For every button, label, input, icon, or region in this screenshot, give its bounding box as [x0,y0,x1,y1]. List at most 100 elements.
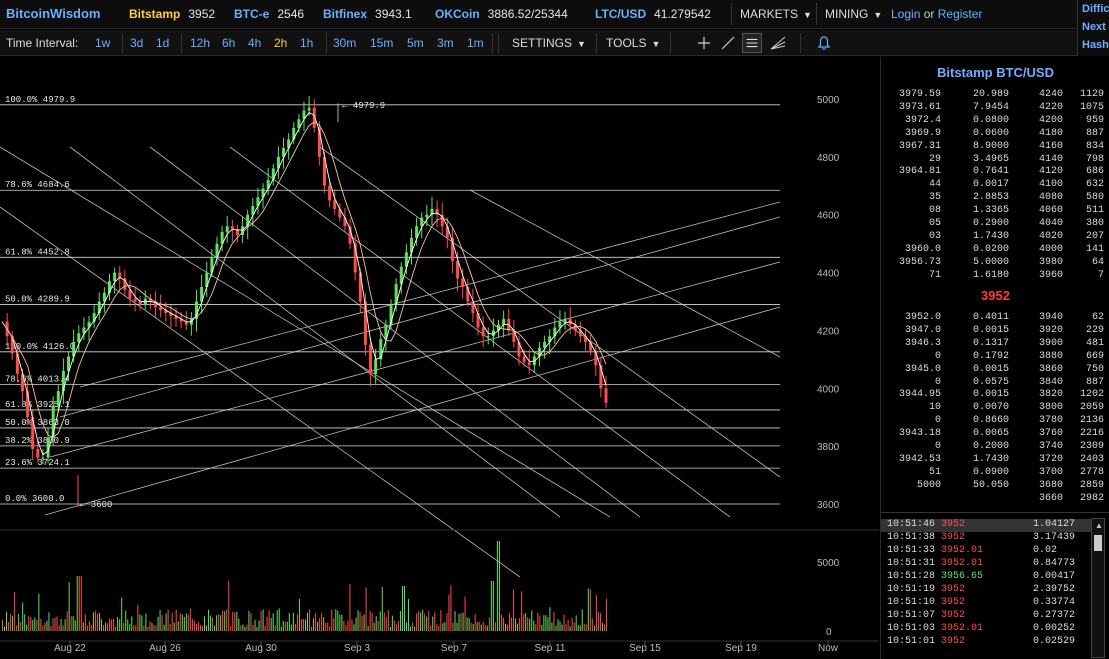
volume-bar [331,609,333,631]
order-price: 3947.0 [904,324,941,336]
candle-body [307,107,311,111]
volume-bar [428,610,430,631]
candle-body [502,318,506,325]
interval-5m[interactable]: 5m [407,36,424,50]
volume-bar [523,614,525,631]
interval-12h[interactable]: 12h [190,36,210,50]
price-axis-tick: 4000 [817,384,840,395]
volume-bar [286,621,288,631]
fan-lines-icon[interactable] [768,33,788,53]
order-sum-price: 3880 [1039,350,1064,362]
volume-bar [605,598,607,631]
interval-1d[interactable]: 1d [156,36,169,50]
volume-bar [464,596,466,631]
trade-time: 10:51:03 [887,623,936,634]
volume-bar [302,618,304,631]
volume-bar [129,623,131,631]
tools-dropdown[interactable]: TOOLS ▼ [606,36,660,50]
mining-menu[interactable]: MINING ▼ [825,7,882,21]
volume-bar [573,622,575,631]
brand-logo[interactable]: BitcoinWisdom [6,6,101,21]
scroll-up-icon[interactable]: ▲ [1095,521,1103,530]
interval-3m[interactable]: 3m [437,36,454,50]
scroll-thumb[interactable] [1094,535,1102,551]
ticker-exchange[interactable]: Bitfinex [323,7,367,21]
ask-row: 3960.0 0.0200 4000 141 [881,244,1109,257]
order-book: Bitstamp BTC/USD 3979.59 20.989 4240 1129 39… [880,57,1109,512]
volume-bar [218,614,220,631]
candle-body [445,226,449,238]
ticker-exchange[interactable]: Bitstamp [129,7,180,21]
ticker-3[interactable]: OKCoin 3886.52/25344 [435,7,568,21]
volume-bar [262,609,264,631]
volume-bar [414,626,416,631]
ticker-4[interactable]: LTC/USD 41.279542 [595,7,711,21]
price-chart-panel[interactable]: 100.0% 4979.9 78.6% 4684.6 61.8% 4452.8 50.… [0,57,879,659]
order-sum-price: 3800 [1039,402,1064,414]
order-price: 71 [928,269,941,281]
order-sum-price: 4040 [1039,218,1064,229]
order-sum-price: 3960 [1039,269,1064,281]
order-price: 0 [934,350,941,362]
order-amount: 7.9454 [972,101,1009,113]
ticker-0[interactable]: Bitstamp 3952 [129,7,215,21]
interval-4h[interactable]: 4h [248,36,261,50]
volume-bar [422,609,424,631]
login-link[interactable]: Login [891,7,920,21]
volume-bar [502,617,504,631]
volume-bar [444,622,446,631]
volume-bar [416,613,418,631]
interval-2h[interactable]: 2h [274,36,287,50]
volume-bar [391,615,393,631]
volume-bar [165,613,167,631]
ticker-exchange[interactable]: BTC-e [234,7,269,21]
interval-6h[interactable]: 6h [222,36,235,50]
alert-bell-icon[interactable] [814,33,834,53]
volume-bar [504,623,506,631]
volume-bar [337,610,339,631]
volume-bar [527,617,529,631]
interval-15m[interactable]: 15m [370,36,393,50]
hashrate-label[interactable]: Hash [1078,36,1109,54]
volume-bar [515,618,517,631]
order-amount: 0.2000 [972,441,1009,452]
order-price: 3979.59 [898,89,941,100]
interval-3d[interactable]: 3d [130,36,143,50]
order-amount: 0.0800 [972,114,1009,126]
markets-menu[interactable]: MARKETS ▼ [740,7,812,21]
fib-level-label: 50.0% 3863.0 [5,418,70,428]
difficulty-label[interactable]: Diffic [1078,0,1109,18]
price-chart[interactable]: 100.0% 4979.9 78.6% 4684.6 61.8% 4452.8 50.… [0,57,879,659]
settings-dropdown[interactable]: SETTINGS ▼ [512,36,586,50]
volume-bar [4,626,6,631]
crosshair-icon[interactable] [694,33,714,53]
volume-bar [373,622,375,631]
ticker-exchange[interactable]: LTC/USD [595,7,646,21]
interval-1w[interactable]: 1w [95,36,110,50]
register-link[interactable]: Register [938,7,983,21]
fib-level-label: 100.0% 4979.9 [5,95,75,105]
volume-bar [341,614,343,631]
volume-bar [323,617,325,631]
line-draw-icon[interactable] [718,33,738,53]
trade-time: 10:51:33 [887,545,936,556]
interval-30m[interactable]: 30m [333,36,356,50]
volume-bar [549,607,551,631]
volume-bar [111,619,113,631]
volume-bar [393,620,395,631]
horizontal-lines-icon[interactable] [742,33,762,53]
ticker-2[interactable]: Bitfinex 3943.1 [323,7,412,21]
volume-bar [353,624,355,631]
volume-bar [365,587,367,631]
next-label[interactable]: Next [1078,18,1109,36]
ticker-exchange[interactable]: OKCoin [435,7,480,21]
divider [816,3,817,25]
trade-history[interactable]: 10:51:46 3952 1.04127 10:51:38 3952 3.17439 10… [880,512,1109,659]
interval-1m[interactable]: 1m [467,36,484,50]
divider [181,33,182,53]
trade-scrollbar[interactable]: ▲ [1091,518,1105,658]
price-axis-tick: 4600 [817,211,840,222]
interval-1h[interactable]: 1h [300,36,313,50]
volume-bar [571,617,573,631]
ticker-1[interactable]: BTC-e 2546 [234,7,304,21]
